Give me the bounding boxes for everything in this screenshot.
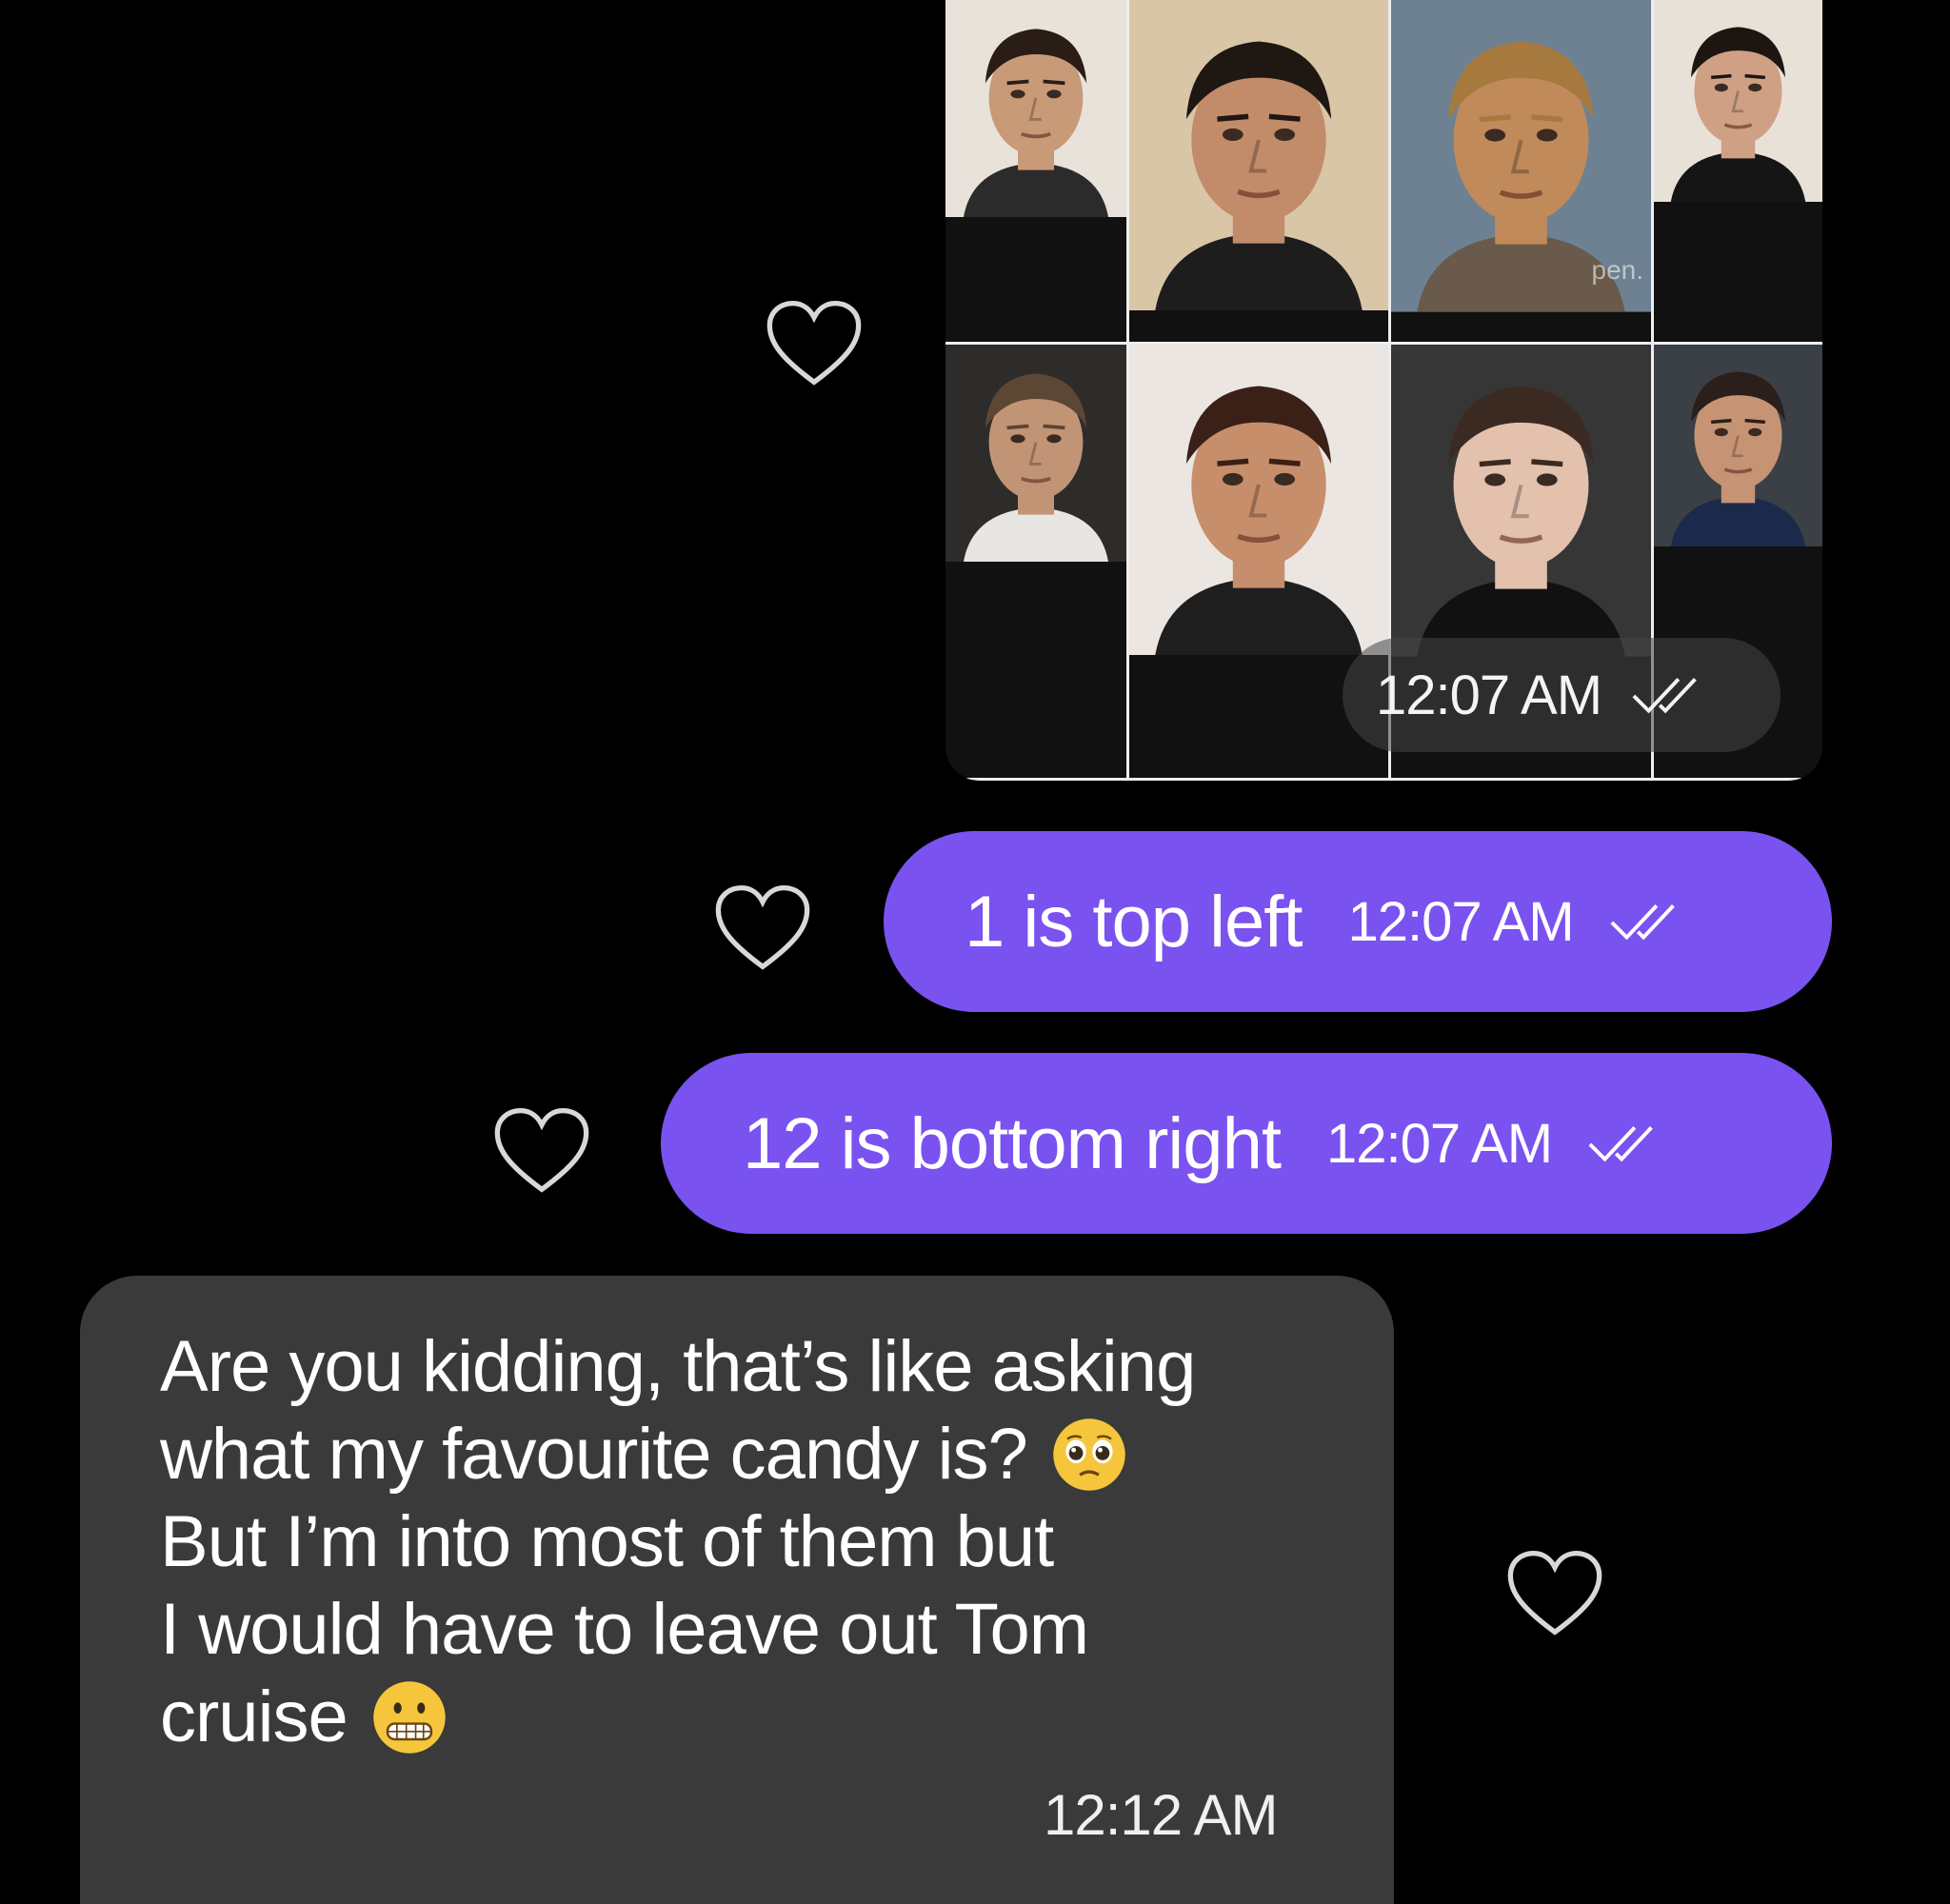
- message-time: 12:07 AM: [1325, 1112, 1553, 1175]
- watermark-text: pen.: [1591, 255, 1644, 285]
- portrait-photo: [1654, 345, 1822, 547]
- portrait-photo: [945, 345, 1126, 562]
- portrait-photo: [1654, 0, 1822, 203]
- message-time: 12:12 AM: [1044, 1783, 1279, 1847]
- photo-tile: [1129, 0, 1391, 345]
- portrait-photo: [945, 0, 1126, 217]
- photo-tile: [1654, 0, 1822, 345]
- heart-outline-icon: [715, 885, 810, 970]
- portrait-photo: [1129, 345, 1388, 656]
- react-heart-icon-photo[interactable]: [762, 295, 866, 390]
- react-heart-icon-msg-2[interactable]: [489, 1102, 594, 1198]
- photo-time: 12:07 AM: [1376, 664, 1602, 726]
- message-line-4: I would have to leave out Tom: [160, 1586, 1394, 1674]
- message-line-1: Are you kidding, that’s like asking: [160, 1323, 1394, 1411]
- line-text: cruise: [160, 1676, 348, 1757]
- line-text: But I’m into most of them but: [160, 1501, 1054, 1582]
- message-line-3: But I’m into most of them but: [160, 1498, 1394, 1586]
- photo-message[interactable]: pen. 12:07 AM: [945, 0, 1822, 781]
- message-line-5: cruise: [160, 1674, 1394, 1761]
- grimacing-face-emoji-icon: [373, 1681, 446, 1754]
- line-text: I would have to leave out Tom: [160, 1589, 1089, 1670]
- react-heart-icon-msg-3[interactable]: [1502, 1545, 1607, 1640]
- incoming-message-bubble[interactable]: Are you kidding, that’s like asking what…: [80, 1276, 1394, 1904]
- double-check-icon: [1588, 1126, 1653, 1162]
- outgoing-message-bubble-1[interactable]: 1 is top left 12:07 AM: [884, 831, 1832, 1012]
- double-check-icon: [1632, 678, 1697, 714]
- photo-tile: [945, 0, 1129, 345]
- pleading-face-emoji-icon: [1053, 1418, 1125, 1491]
- heart-outline-icon: [494, 1108, 589, 1193]
- photo-tile: [945, 345, 1129, 781]
- line-text: what my favourite candy is?: [160, 1414, 1028, 1495]
- photo-timestamp-overlay: 12:07 AM: [1343, 638, 1781, 752]
- message-time: 12:07 AM: [1347, 890, 1575, 953]
- line-text: Are you kidding, that’s like asking: [160, 1326, 1196, 1407]
- portrait-photo: [1391, 345, 1651, 657]
- message-line-2: what my favourite candy is?: [160, 1411, 1394, 1498]
- portrait-photo: [1129, 0, 1388, 311]
- message-text: 1 is top left: [965, 881, 1303, 962]
- photo-tile: pen.: [1391, 0, 1654, 345]
- heart-outline-icon: [766, 301, 862, 386]
- heart-outline-icon: [1507, 1551, 1602, 1636]
- react-heart-icon-msg-1[interactable]: [710, 880, 815, 975]
- outgoing-message-bubble-2[interactable]: 12 is bottom right 12:07 AM: [661, 1053, 1832, 1234]
- double-check-icon: [1610, 904, 1675, 941]
- message-text: 12 is bottom right: [743, 1102, 1282, 1184]
